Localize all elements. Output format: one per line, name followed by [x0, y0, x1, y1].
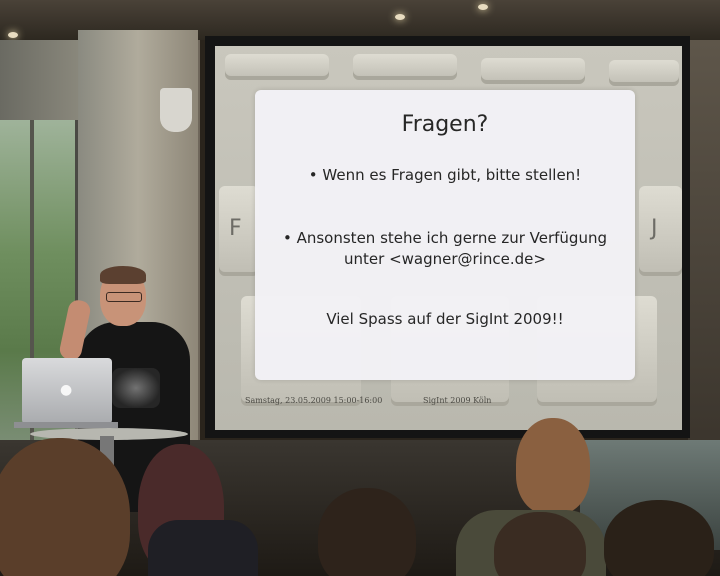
wall-speaker — [160, 88, 192, 132]
keyboard-key: F — [219, 186, 259, 276]
slide-title: Fragen? — [401, 112, 489, 137]
audience-head — [494, 512, 586, 576]
shirt-print — [112, 368, 160, 408]
right-wall — [688, 40, 720, 460]
audience-head — [318, 488, 416, 576]
keyboard-key: J — [639, 186, 682, 276]
presenter-hair — [100, 266, 146, 284]
ceiling-light — [395, 14, 405, 20]
ceiling-light — [8, 32, 18, 38]
keyboard-key — [609, 60, 679, 86]
slide-bullet-continuation: unter <wagner@rince.de> — [344, 250, 546, 268]
keyboard-key — [353, 54, 457, 80]
lecture-scene: F J Samstag, 23.05.2009 15:00-16:00 SigI… — [0, 0, 720, 576]
slide-closing-line: Viel Spass auf der SigInt 2009!! — [326, 310, 564, 328]
laptop: ● — [22, 358, 112, 424]
slide-footer-event: SigInt 2009 Köln — [423, 396, 492, 405]
audience-head — [516, 418, 590, 514]
key-letter: F — [229, 216, 242, 241]
slide-content-box: Fragen? • Wenn es Fragen gibt, bitte ste… — [255, 90, 635, 380]
keyboard-key — [225, 54, 329, 80]
slide-bullet: • Wenn es Fragen gibt, bitte stellen! — [308, 166, 582, 184]
audience-head — [604, 500, 714, 576]
glasses — [106, 292, 142, 302]
key-letter: J — [651, 216, 658, 241]
keyboard-key — [481, 58, 585, 84]
audience-shoulders — [148, 520, 258, 576]
apple-logo-icon: ● — [60, 382, 73, 398]
projection-screen: F J Samstag, 23.05.2009 15:00-16:00 SigI… — [215, 46, 682, 430]
slide-bullet: • Ansonsten stehe ich gerne zur Verfügun… — [282, 229, 607, 247]
ceiling-light — [478, 4, 488, 10]
slide-footer-date: Samstag, 23.05.2009 15:00-16:00 — [245, 396, 383, 405]
